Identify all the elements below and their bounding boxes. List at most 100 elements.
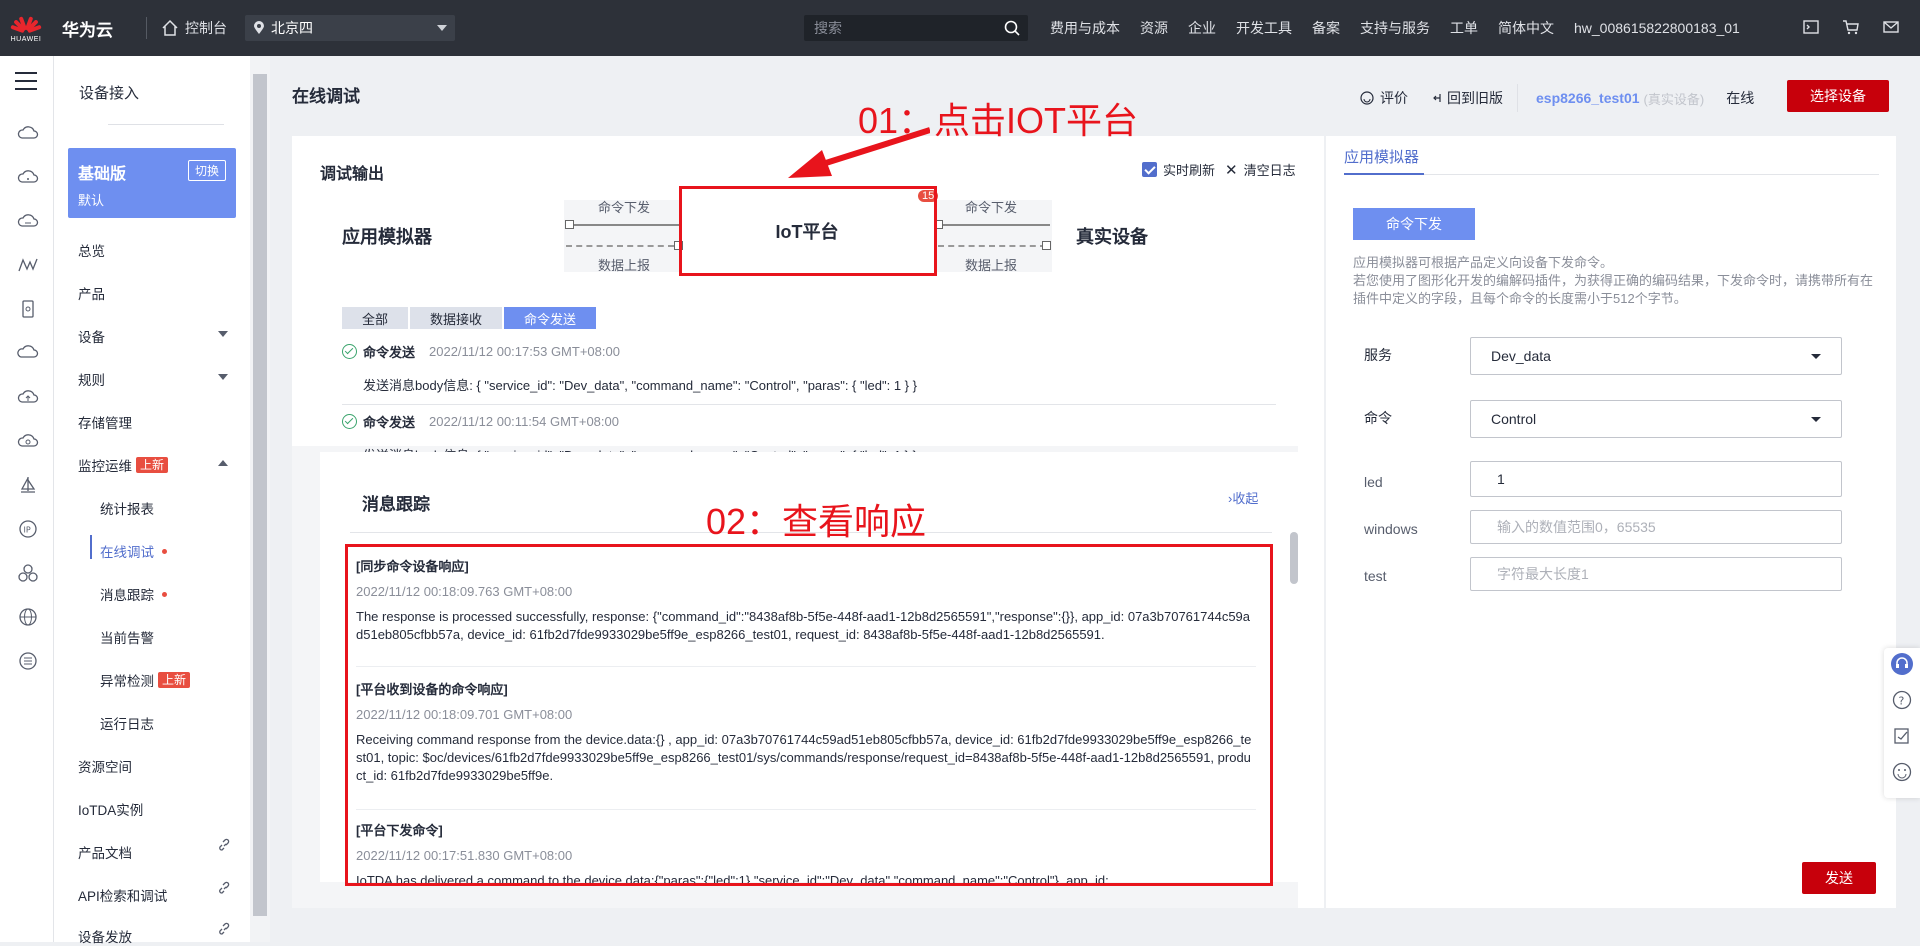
sidebar-item-docs[interactable]: 产品文档 bbox=[78, 838, 238, 862]
checkbox-checked[interactable] bbox=[1142, 162, 1157, 177]
app-simulator-node[interactable]: 应用模拟器 bbox=[320, 200, 564, 272]
back-to-old-link[interactable]: 回到旧版 bbox=[1447, 88, 1503, 108]
realtime-refresh-label: 实时刷新 bbox=[1163, 163, 1216, 178]
trace-scrollbar[interactable] bbox=[1290, 532, 1298, 880]
sidebar-item-online-debug[interactable]: 在线调试 bbox=[100, 541, 167, 561]
send-button[interactable]: 发送 bbox=[1802, 862, 1876, 894]
sidebar-item-anomaly[interactable]: 异常检测 上新 bbox=[100, 670, 191, 690]
message-trace-title: 消息跟踪 bbox=[362, 495, 430, 514]
sidebar-item-iotda-instance[interactable]: IoTDA实例 bbox=[78, 799, 143, 819]
console-link[interactable]: 控制台 bbox=[161, 18, 227, 38]
cloud-storage-icon[interactable] bbox=[17, 210, 39, 232]
simulator-description: 应用模拟器可根据产品定义向设备下发命令。 若您使用了图形化开发的编解码插件，为获… bbox=[1353, 255, 1874, 306]
help-icon[interactable]: ? bbox=[1892, 690, 1912, 710]
scrollbar-thumb[interactable] bbox=[253, 74, 267, 916]
active-indicator bbox=[90, 535, 92, 559]
sidebar-item-storage[interactable]: 存储管理 bbox=[78, 412, 132, 432]
sidebar-item-label: 规则 bbox=[78, 373, 105, 388]
led-input[interactable]: 1 bbox=[1470, 461, 1842, 497]
cmd-down-label: 命令下发 bbox=[965, 200, 1018, 215]
cloud-sync-icon[interactable] bbox=[17, 430, 39, 452]
cloud-network-icon[interactable] bbox=[17, 342, 39, 364]
sidebar-item-devices[interactable]: 设备 bbox=[78, 326, 238, 346]
rate-link[interactable]: 评价 bbox=[1380, 88, 1408, 108]
tab-command-send[interactable]: 命令发送 bbox=[504, 307, 597, 329]
windows-input[interactable]: 输入的数值范围0，65535 bbox=[1470, 510, 1842, 544]
log-time: 2022/11/12 00:11:54 GMT+08:00 bbox=[429, 414, 619, 429]
smile-icon[interactable] bbox=[1360, 91, 1374, 105]
cloud-service-icon[interactable] bbox=[17, 122, 39, 144]
cart-icon[interactable] bbox=[1842, 18, 1860, 36]
annotation-box-iot-platform bbox=[679, 186, 937, 276]
sidebar-item-ops[interactable]: 监控运维 上新 bbox=[78, 455, 238, 475]
test-input[interactable]: 字符最大长度1 bbox=[1470, 557, 1842, 591]
headset-support-icon[interactable] bbox=[1890, 652, 1914, 676]
device-icon[interactable] bbox=[17, 298, 39, 320]
sidebar-item-message-trace[interactable]: 消息跟踪 bbox=[100, 584, 167, 604]
sidebar-item-products[interactable]: 产品 bbox=[78, 283, 105, 303]
tab-app-simulator[interactable]: 应用模拟器 bbox=[1344, 146, 1419, 167]
nav-cost[interactable]: 费用与成本 bbox=[1050, 18, 1120, 38]
nav-account[interactable]: hw_008615822800183_01 bbox=[1574, 20, 1740, 36]
sidebar-item-run-logs[interactable]: 运行日志 bbox=[100, 713, 154, 733]
terminal-icon[interactable] bbox=[1802, 18, 1820, 36]
nav-devtools[interactable]: 开发工具 bbox=[1236, 18, 1292, 38]
search-input[interactable]: 搜索 bbox=[804, 15, 1028, 41]
huawei-logo[interactable]: HUAWEI bbox=[0, 0, 52, 56]
nav-icp[interactable]: 备案 bbox=[1312, 18, 1340, 38]
command-send-button[interactable]: 命令下发 bbox=[1353, 208, 1475, 240]
sailboat-icon[interactable] bbox=[17, 474, 39, 496]
sidebar-item-provisioning[interactable]: 设备发放 bbox=[78, 922, 238, 946]
divider bbox=[108, 124, 224, 125]
clear-log-button[interactable]: 清空日志 bbox=[1244, 160, 1296, 179]
service-select[interactable]: Dev_data bbox=[1470, 337, 1842, 375]
database-icon[interactable] bbox=[17, 650, 39, 672]
nav-resources[interactable]: 资源 bbox=[1140, 18, 1168, 38]
real-device-node[interactable]: 真实设备 bbox=[1052, 200, 1298, 272]
sidebar-item-resource-space[interactable]: 资源空间 bbox=[78, 756, 132, 776]
edit-note-icon[interactable] bbox=[1892, 726, 1912, 746]
sidebar-item-label: 运行日志 bbox=[100, 717, 154, 732]
new-badge: 上新 bbox=[136, 457, 169, 473]
brand-name[interactable]: 华为云 bbox=[62, 16, 132, 41]
command-select[interactable]: Control bbox=[1470, 400, 1842, 438]
sidebar-item-alarms[interactable]: 当前告警 bbox=[100, 627, 154, 647]
nav-enterprise[interactable]: 企业 bbox=[1188, 18, 1216, 38]
scrollbar-thumb[interactable] bbox=[1290, 532, 1298, 584]
collapse-button[interactable]: ›收起 bbox=[1228, 488, 1258, 507]
search-icon[interactable] bbox=[1004, 20, 1020, 36]
sidebar-scrollbar[interactable] bbox=[250, 56, 270, 942]
switch-edition-button[interactable]: 切换 bbox=[187, 160, 226, 181]
sidebar-item-reports[interactable]: 统计报表 bbox=[100, 498, 154, 518]
service-value: Dev_data bbox=[1491, 348, 1551, 364]
nav-tickets[interactable]: 工单 bbox=[1450, 18, 1478, 38]
realtime-refresh-toggle[interactable]: 实时刷新 ✕ 清空日志 bbox=[1142, 160, 1296, 179]
nav-language[interactable]: 简体中文 bbox=[1498, 18, 1554, 38]
tab-all[interactable]: 全部 bbox=[342, 307, 409, 329]
monitor-wave-icon[interactable] bbox=[17, 254, 39, 276]
cmd-down-arrow bbox=[571, 224, 679, 226]
select-device-button[interactable]: 选择设备 bbox=[1787, 80, 1889, 112]
sidebar-item-label: API检索和调试 bbox=[78, 889, 168, 904]
success-check-icon bbox=[342, 414, 357, 429]
globe-icon[interactable] bbox=[17, 606, 39, 628]
cloud-upload-icon[interactable] bbox=[17, 386, 39, 408]
log-type: 命令发送 bbox=[363, 415, 416, 430]
hamburger-menu-icon[interactable] bbox=[15, 72, 37, 96]
nav-support[interactable]: 支持与服务 bbox=[1360, 18, 1430, 38]
cluster-icon[interactable] bbox=[17, 562, 39, 584]
sidebar-item-api[interactable]: API检索和调试 bbox=[78, 881, 238, 905]
region-value: 北京四 bbox=[271, 20, 313, 36]
annotation-arrow bbox=[788, 127, 930, 178]
cloud-compute-icon[interactable] bbox=[17, 166, 39, 188]
device-name[interactable]: esp8266_test01 bbox=[1536, 90, 1640, 106]
ip-icon[interactable]: IP bbox=[17, 518, 39, 540]
sidebar-item-overview[interactable]: 总览 bbox=[78, 240, 105, 260]
sidebar-item-rules[interactable]: 规则 bbox=[78, 369, 238, 389]
tab-data-receive[interactable]: 数据接收 bbox=[410, 307, 503, 329]
feedback-smile-icon[interactable] bbox=[1892, 762, 1912, 782]
region-select[interactable]: 北京四 bbox=[245, 15, 455, 41]
command-label: 命令 bbox=[1364, 410, 1392, 426]
sidebar-item-label: 设备发放 bbox=[78, 930, 132, 945]
mail-icon[interactable] bbox=[1882, 18, 1900, 36]
